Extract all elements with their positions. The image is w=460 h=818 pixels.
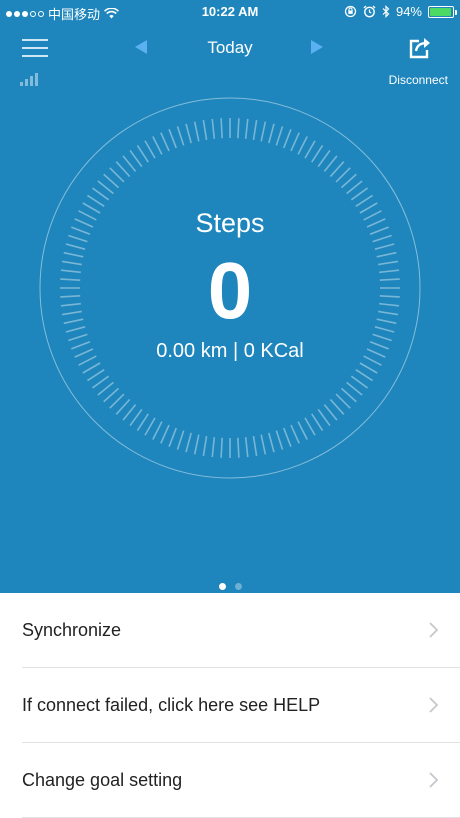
goal-setting-row[interactable]: Change goal setting [22, 743, 460, 818]
activity-panel: 中国移动 10:22 AM 94% Today Disconnect Steps… [0, 0, 460, 593]
status-bar: 中国移动 10:22 AM 94% [0, 0, 460, 24]
next-day-icon[interactable] [310, 39, 324, 55]
synchronize-label: Synchronize [22, 620, 122, 640]
help-label: If connect failed, click here see HELP [22, 695, 321, 715]
disconnect-button[interactable]: Disconnect [389, 73, 448, 87]
lock-rotation-icon [344, 5, 357, 18]
chevron-right-icon [429, 622, 438, 638]
device-signal-icon [20, 72, 38, 86]
page-dot[interactable] [218, 583, 226, 590]
bluetooth-icon [382, 5, 390, 18]
chevron-right-icon [429, 697, 438, 713]
date-navigation: Today [0, 32, 460, 64]
dial-readout: Steps 0 0.00 km | 0 KCal [38, 96, 422, 480]
settings-list: Synchronize If connect failed, click her… [0, 593, 460, 818]
distance-calories: 0.00 km | 0 KCal [156, 340, 304, 362]
share-icon[interactable] [408, 36, 434, 60]
menu-icon[interactable] [22, 38, 48, 58]
help-row[interactable]: If connect failed, click here see HELP [22, 668, 460, 743]
status-right: 94% [344, 4, 457, 19]
page-dot[interactable] [234, 583, 242, 590]
alarm-icon [363, 5, 376, 18]
battery-fill [430, 7, 451, 16]
steps-count: 0 [207, 246, 253, 335]
previous-day-icon[interactable] [134, 39, 148, 55]
synchronize-row[interactable]: Synchronize [22, 593, 460, 668]
goal-setting-label: Change goal setting [22, 770, 183, 790]
battery-icon [428, 5, 457, 18]
date-title[interactable]: Today [170, 38, 290, 58]
steps-label: Steps [195, 208, 265, 238]
page-indicator [0, 583, 460, 590]
chevron-right-icon [429, 772, 438, 788]
battery-percent: 94% [395, 4, 422, 19]
